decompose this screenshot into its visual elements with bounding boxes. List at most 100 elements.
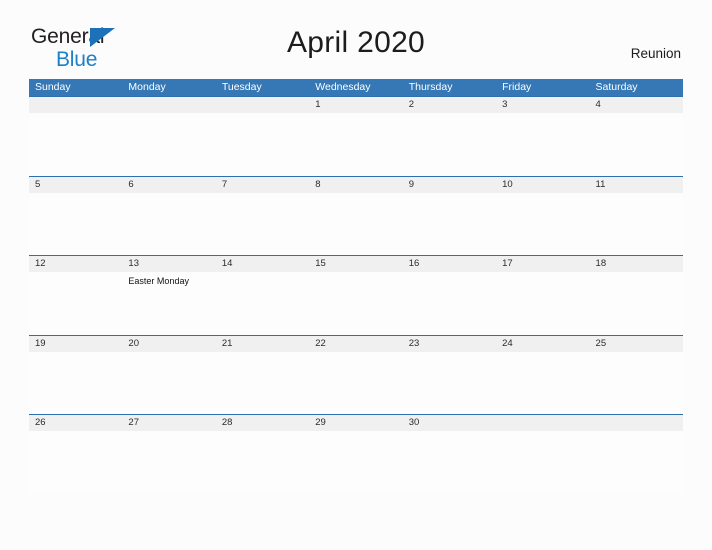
day-cell[interactable] [122, 193, 215, 255]
day-number[interactable]: 17 [496, 256, 589, 272]
day-number[interactable]: 5 [29, 177, 122, 193]
week-row: 5 6 7 8 9 10 11 [29, 175, 683, 256]
locale-label: Reunion [630, 46, 681, 61]
day-number[interactable]: 20 [122, 336, 215, 352]
day-cell[interactable] [403, 113, 496, 175]
date-number-band: 26 27 28 29 30 [29, 415, 683, 431]
day-number[interactable]: 12 [29, 256, 122, 272]
day-number[interactable]: 18 [590, 256, 683, 272]
day-cell[interactable] [122, 431, 215, 493]
weekday-header-friday: Friday [502, 81, 532, 93]
day-number[interactable]: 16 [403, 256, 496, 272]
day-number[interactable]: 2 [403, 97, 496, 113]
day-cell[interactable] [29, 113, 122, 175]
day-cell[interactable] [29, 431, 122, 493]
day-cell[interactable] [496, 272, 589, 334]
day-cell[interactable] [496, 193, 589, 255]
date-number-band: 1 2 3 4 [29, 97, 683, 113]
date-number-band: 12 13 14 15 16 17 18 [29, 256, 683, 272]
day-cell[interactable] [216, 431, 309, 493]
logo-top-row: General [31, 26, 181, 48]
day-cell[interactable] [216, 193, 309, 255]
logo-bottom-row: Blue [31, 49, 181, 70]
day-number[interactable]: 4 [590, 97, 683, 113]
day-cell[interactable] [29, 272, 122, 334]
day-cell[interactable]: Easter Monday [122, 272, 215, 334]
day-number[interactable] [590, 415, 683, 431]
day-number[interactable]: 14 [216, 256, 309, 272]
week-row: 26 27 28 29 30 [29, 414, 683, 494]
day-cell[interactable] [590, 431, 683, 493]
date-number-band: 19 20 21 22 23 24 25 [29, 335, 683, 352]
weekday-header-thursday: Thursday [408, 81, 453, 93]
day-cell[interactable] [590, 113, 683, 175]
week-row: 1 2 3 4 [29, 96, 683, 176]
day-number[interactable]: 8 [309, 177, 402, 193]
day-number[interactable]: 23 [403, 336, 496, 352]
day-content-band [29, 351, 683, 414]
day-number[interactable]: 24 [496, 336, 589, 352]
day-number[interactable]: 22 [309, 336, 402, 352]
week-row: 12 13 14 15 16 17 18 Easter Monday [29, 255, 683, 335]
weekday-header-saturday: Saturday [595, 81, 638, 93]
day-number[interactable]: 29 [309, 415, 402, 431]
general-blue-logo[interactable]: General Blue [31, 26, 181, 70]
logo-triangle-icon [90, 28, 115, 47]
day-cell[interactable] [309, 113, 402, 175]
day-cell[interactable] [590, 193, 683, 255]
day-number[interactable]: 15 [309, 256, 402, 272]
day-number[interactable] [29, 97, 122, 113]
day-number[interactable]: 21 [216, 336, 309, 352]
day-number[interactable]: 26 [29, 415, 122, 431]
day-cell[interactable] [403, 272, 496, 334]
day-cell[interactable] [496, 113, 589, 175]
day-number[interactable] [216, 97, 309, 113]
day-number[interactable]: 19 [29, 336, 122, 352]
day-number[interactable] [496, 415, 589, 431]
day-content-band [29, 113, 683, 175]
day-cell[interactable] [29, 193, 122, 255]
logo-text-blue: Blue [56, 48, 98, 71]
calendar-grid: Sunday Monday Tuesday Wednesday Thursday… [29, 79, 683, 494]
day-content-band [29, 192, 683, 255]
day-cell[interactable] [309, 193, 402, 255]
day-cell[interactable] [216, 272, 309, 334]
day-cell[interactable] [309, 272, 402, 334]
day-number[interactable]: 1 [309, 97, 402, 113]
day-number[interactable]: 6 [122, 177, 215, 193]
day-number[interactable]: 27 [122, 415, 215, 431]
day-cell[interactable] [29, 352, 122, 414]
day-number[interactable]: 3 [496, 97, 589, 113]
day-cell[interactable] [403, 193, 496, 255]
day-number[interactable]: 25 [590, 336, 683, 352]
day-number[interactable]: 28 [216, 415, 309, 431]
day-number[interactable]: 30 [403, 415, 496, 431]
date-number-band: 5 6 7 8 9 10 11 [29, 176, 683, 193]
weekday-header-tuesday: Tuesday [221, 81, 262, 93]
day-cell[interactable] [403, 352, 496, 414]
day-cell[interactable] [496, 352, 589, 414]
day-cell[interactable] [403, 431, 496, 493]
day-event-text: Easter Monday [128, 276, 189, 286]
day-number[interactable]: 10 [496, 177, 589, 193]
day-cell[interactable] [496, 431, 589, 493]
day-number[interactable]: 13 [122, 256, 215, 272]
day-cell[interactable] [122, 113, 215, 175]
day-number[interactable]: 7 [216, 177, 309, 193]
day-content-band: Easter Monday [29, 272, 683, 334]
day-cell[interactable] [309, 431, 402, 493]
day-number[interactable]: 9 [403, 177, 496, 193]
day-cell[interactable] [590, 352, 683, 414]
day-cell[interactable] [309, 352, 402, 414]
weekday-header-monday: Monday [128, 81, 166, 93]
day-number[interactable] [122, 97, 215, 113]
day-cell[interactable] [216, 113, 309, 175]
day-cell[interactable] [590, 272, 683, 334]
page-header: General Blue April 2020 Reunion [0, 0, 712, 74]
day-cell[interactable] [122, 352, 215, 414]
week-row: 19 20 21 22 23 24 25 [29, 334, 683, 415]
day-content-band [29, 431, 683, 493]
weekday-header-sunday: Sunday [35, 81, 71, 93]
day-cell[interactable] [216, 352, 309, 414]
day-number[interactable]: 11 [590, 177, 683, 193]
